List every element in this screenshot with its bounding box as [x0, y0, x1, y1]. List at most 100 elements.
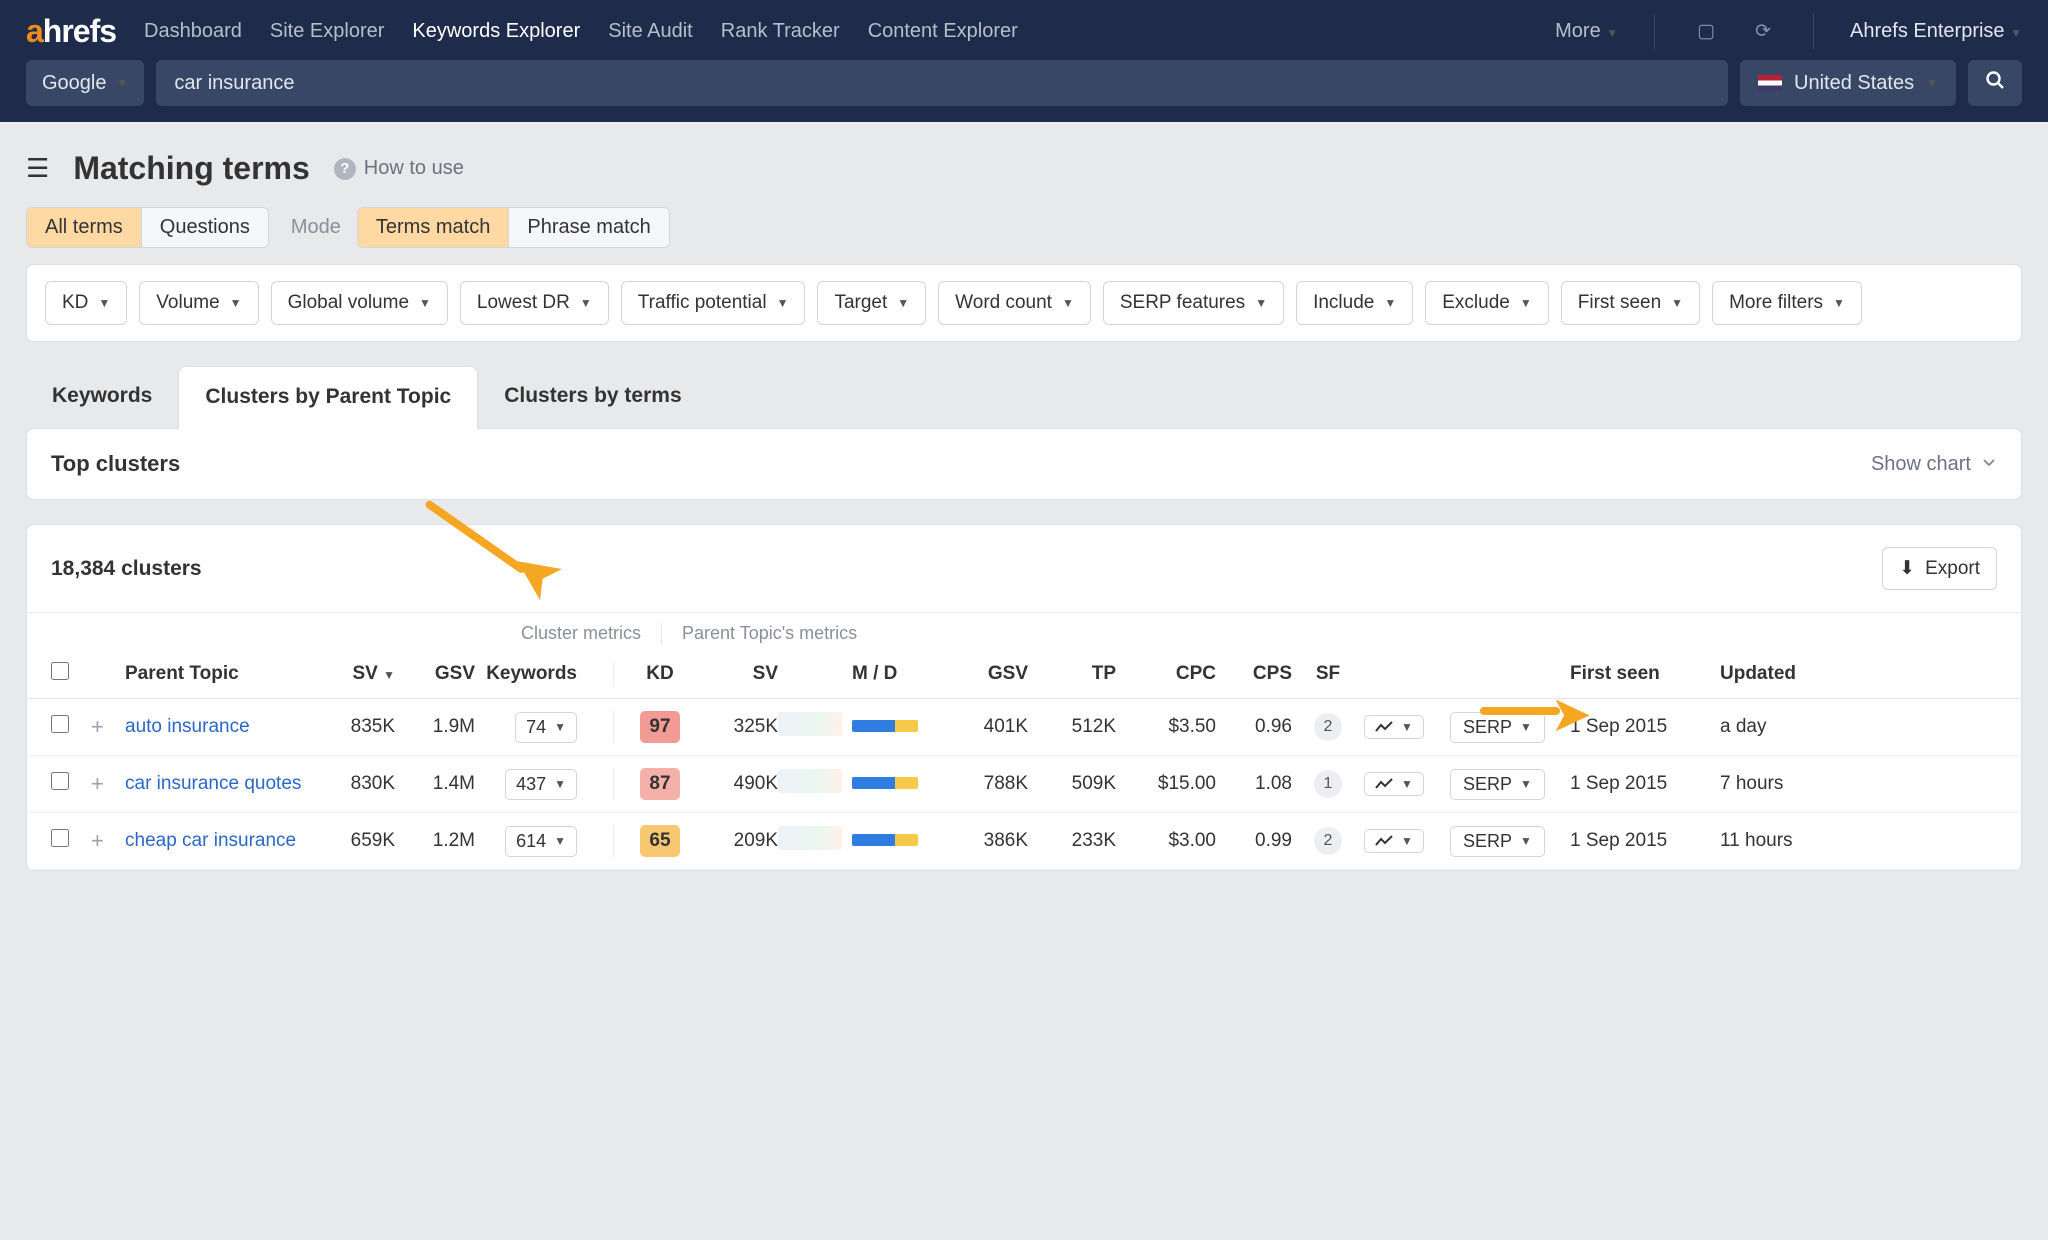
filter-button[interactable]: Target ▼	[817, 281, 926, 325]
col-gsv2[interactable]: GSV	[938, 663, 1028, 685]
kd-badge: 65	[640, 825, 680, 857]
hamburger-icon[interactable]: ☰	[26, 153, 49, 184]
kd-badge: 87	[640, 768, 680, 800]
cell-gsv: 1.4M	[395, 773, 475, 795]
match-segment: Terms matchPhrase match	[357, 207, 670, 248]
col-parent-topic[interactable]: Parent Topic	[125, 663, 305, 685]
nav-link[interactable]: Site Audit	[608, 20, 693, 43]
region-select[interactable]: United States ▼	[1740, 60, 1956, 106]
chevron-down-icon: ▼	[554, 777, 566, 791]
filter-button[interactable]: SERP features ▼	[1103, 281, 1284, 325]
nav-separator	[1654, 13, 1655, 49]
top-nav: ahrefs DashboardSite ExplorerKeywords Ex…	[0, 0, 2048, 62]
filter-button[interactable]: KD ▼	[45, 281, 127, 325]
col-cpc[interactable]: CPC	[1116, 663, 1216, 685]
chevron-down-icon: ▼	[1384, 296, 1396, 310]
filter-button[interactable]: First seen ▼	[1561, 281, 1700, 325]
nav-link[interactable]: Keywords Explorer	[412, 20, 580, 43]
filter-button[interactable]: Volume ▼	[139, 281, 258, 325]
nav-link[interactable]: Content Explorer	[868, 20, 1018, 43]
mode-toggles: All termsQuestions Mode Terms matchPhras…	[0, 207, 2048, 264]
expand-row-button[interactable]: +	[91, 714, 125, 740]
filter-button[interactable]: Traffic potential ▼	[621, 281, 806, 325]
keywords-count-button[interactable]: 614 ▼	[505, 826, 577, 857]
row-checkbox[interactable]	[51, 829, 91, 853]
col-first[interactable]: First seen	[1570, 663, 1720, 685]
serp-button[interactable]: SERP ▼	[1450, 769, 1545, 800]
col-sf[interactable]: SF	[1292, 663, 1364, 685]
chevron-down-icon: ▼	[1401, 834, 1413, 848]
search-button[interactable]	[1968, 60, 2022, 106]
filter-button[interactable]: Include ▼	[1296, 281, 1413, 325]
filter-button[interactable]: Word count ▼	[938, 281, 1091, 325]
search-engine-select[interactable]: Google ▼	[26, 60, 144, 106]
filter-button[interactable]: Exclude ▼	[1425, 281, 1549, 325]
nav-more[interactable]: More ▼	[1555, 20, 1618, 43]
cell-cps: 0.99	[1216, 830, 1292, 852]
chevron-down-icon: ▼	[1520, 720, 1532, 734]
cell-tp: 509K	[1028, 773, 1116, 795]
keyword-input[interactable]	[156, 60, 1728, 106]
table-row: + car insurance quotes 830K 1.4M 437 ▼ 8…	[27, 756, 2021, 813]
export-button[interactable]: ⬇Export	[1882, 547, 1997, 590]
segment-option[interactable]: Phrase match	[508, 208, 668, 247]
select-all-checkbox[interactable]	[51, 662, 91, 686]
sort-desc-icon: ▼	[383, 668, 395, 682]
filter-button[interactable]: Global volume ▼	[271, 281, 448, 325]
expand-row-button[interactable]: +	[91, 828, 125, 854]
nav-link[interactable]: Dashboard	[144, 20, 242, 43]
download-icon: ⬇	[1899, 557, 1915, 580]
cell-gsv: 1.9M	[395, 716, 475, 738]
cell-sv: 835K	[305, 716, 395, 738]
row-checkbox[interactable]	[51, 772, 91, 796]
expand-row-button[interactable]: +	[91, 771, 125, 797]
parent-topic-link[interactable]: car insurance quotes	[125, 773, 301, 794]
col-kd[interactable]: KD	[632, 663, 688, 685]
col-sv[interactable]: SV ▼	[305, 663, 395, 685]
col-sv2[interactable]: SV	[688, 663, 778, 685]
sf-chip[interactable]: 2	[1314, 827, 1342, 855]
sf-chip[interactable]: 2	[1314, 713, 1342, 741]
segment-option[interactable]: Terms match	[358, 208, 508, 247]
monitor-icon[interactable]: ▢	[1697, 20, 1715, 43]
refresh-icon[interactable]: ⟳	[1755, 20, 1771, 43]
segment-option[interactable]: All terms	[27, 208, 141, 247]
flag-us-icon	[1758, 75, 1782, 91]
view-tab[interactable]: Clusters by Parent Topic	[178, 366, 478, 429]
filter-button[interactable]: More filters ▼	[1712, 281, 1862, 325]
serp-button[interactable]: SERP ▼	[1450, 712, 1545, 743]
account-label: Ahrefs Enterprise	[1850, 20, 2005, 42]
show-chart-label: Show chart	[1871, 453, 1971, 476]
keywords-count-button[interactable]: 74 ▼	[515, 712, 577, 743]
md-bar-icon	[852, 777, 918, 789]
nav-link[interactable]: Site Explorer	[270, 20, 385, 43]
cell-sv: 659K	[305, 830, 395, 852]
filter-button[interactable]: Lowest DR ▼	[460, 281, 609, 325]
col-keywords[interactable]: Keywords	[475, 663, 595, 685]
chevron-down-icon: ▼	[1606, 26, 1618, 40]
segment-option[interactable]: Questions	[141, 208, 268, 247]
col-cps[interactable]: CPS	[1216, 663, 1292, 685]
cell-cps: 1.08	[1216, 773, 1292, 795]
trend-dropdown[interactable]: ▼	[1364, 772, 1424, 796]
view-tab[interactable]: Clusters by terms	[478, 366, 707, 429]
how-to-use[interactable]: ?How to use	[334, 157, 464, 180]
parent-topic-link[interactable]: cheap car insurance	[125, 830, 296, 851]
col-tp[interactable]: TP	[1028, 663, 1116, 685]
trend-dropdown[interactable]: ▼	[1364, 715, 1424, 739]
col-updated[interactable]: Updated	[1720, 663, 1840, 685]
cluster-metrics-label: Cluster metrics	[51, 623, 661, 644]
show-chart-toggle[interactable]: Show chart	[1871, 453, 1997, 476]
nav-link[interactable]: Rank Tracker	[721, 20, 840, 43]
account-menu[interactable]: Ahrefs Enterprise ▼	[1850, 20, 2022, 43]
trend-dropdown[interactable]: ▼	[1364, 829, 1424, 853]
keywords-count-button[interactable]: 437 ▼	[505, 769, 577, 800]
cell-first-seen: 1 Sep 2015	[1570, 773, 1720, 795]
parent-topic-link[interactable]: auto insurance	[125, 716, 250, 737]
row-checkbox[interactable]	[51, 715, 91, 739]
view-tab[interactable]: Keywords	[26, 366, 178, 429]
serp-button[interactable]: SERP ▼	[1450, 826, 1545, 857]
col-md[interactable]: M / D	[852, 663, 938, 685]
sf-chip[interactable]: 1	[1314, 770, 1342, 798]
col-gsv[interactable]: GSV	[395, 663, 475, 685]
